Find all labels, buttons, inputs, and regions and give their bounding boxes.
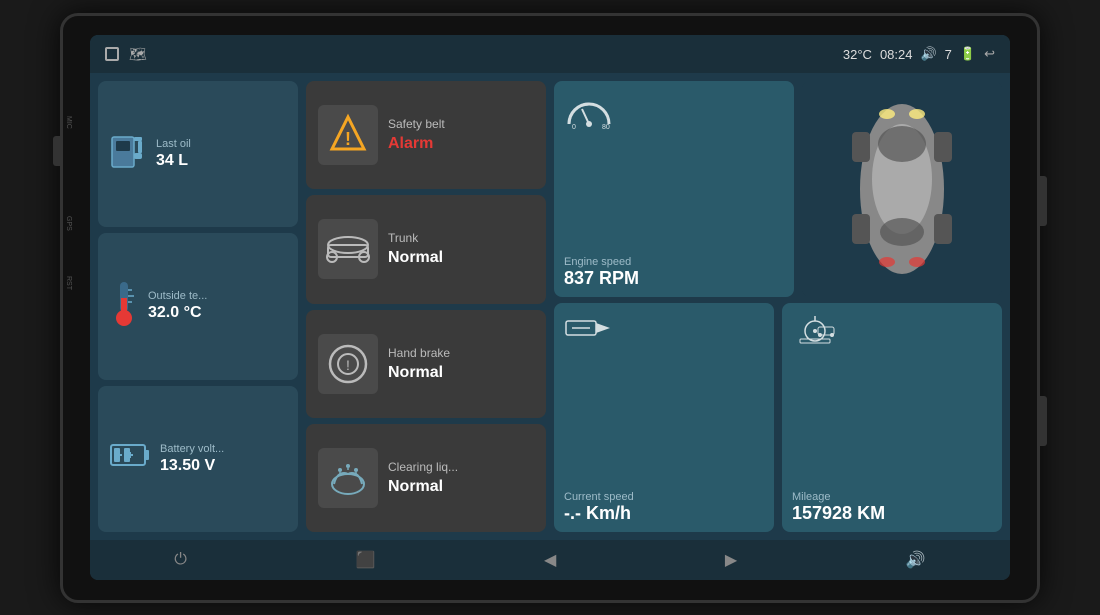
- power-icon[interactable]: ⏻: [174, 551, 187, 569]
- current-speed-label: Current speed: [564, 491, 634, 503]
- top-right-metrics: 0 80 Engine speed 837 RPM: [554, 81, 1002, 297]
- forward-icon[interactable]: ▶: [725, 550, 737, 570]
- status-bar: 🗺 32°C 08:24 🔊 7 🔋 ↩: [90, 35, 1010, 73]
- rst-label: RST: [65, 276, 72, 290]
- right-side-button-1[interactable]: [1039, 176, 1047, 226]
- bottom-nav: ⏻ ⬛ ◀ ▶ 🔊: [90, 540, 1010, 580]
- mic-label: MIC: [65, 116, 72, 129]
- right-panel: 0 80 Engine speed 837 RPM: [554, 81, 1002, 532]
- svg-text:80: 80: [602, 124, 610, 129]
- bottom-right-metrics: Current speed -.- Km/h: [554, 303, 1002, 532]
- trunk-icon: [318, 219, 378, 279]
- washer-icon: [318, 448, 378, 508]
- seatbelt-label: Safety belt: [388, 117, 445, 131]
- trunk-info: Trunk Normal: [388, 231, 443, 267]
- temp-value: 32.0 °C: [148, 304, 207, 322]
- battery-icon: 🔋: [960, 46, 976, 62]
- fuel-value: 34 L: [156, 152, 191, 170]
- right-side-button-2[interactable]: [1039, 396, 1047, 446]
- washer-info: Clearing liq... Normal: [388, 460, 458, 496]
- window-icon: [105, 47, 119, 61]
- seatbelt-card: ! Safety belt Alarm: [306, 81, 546, 189]
- mileage-card: Mileage 157928 KM: [782, 303, 1002, 532]
- battery-card: Battery volt... 13.50 V: [98, 386, 298, 532]
- handbrake-card: ! Hand brake Normal: [306, 310, 546, 418]
- temperature-display: 32°C: [843, 47, 872, 62]
- screen: 🗺 32°C 08:24 🔊 7 🔋 ↩: [90, 35, 1010, 580]
- handbrake-info: Hand brake Normal: [388, 346, 450, 382]
- seatbelt-icon: !: [318, 105, 378, 165]
- home-icon[interactable]: ⬛: [356, 550, 376, 570]
- current-speed-value: -.- Km/h: [564, 503, 631, 524]
- temp-label: Outside te...: [148, 290, 207, 302]
- mileage-label: Mileage: [792, 491, 831, 503]
- gps-label: GPS: [65, 216, 72, 231]
- fuel-card: Last oil 34 L: [98, 81, 298, 227]
- nav-icon: 🗺: [129, 46, 147, 63]
- car-top-view: [802, 81, 1002, 297]
- trunk-label: Trunk: [388, 231, 443, 245]
- battery-value: 13.50 V: [160, 457, 224, 475]
- battery-status-icon: [110, 440, 150, 477]
- middle-panel: ! Safety belt Alarm: [306, 81, 546, 532]
- volume-level: 7: [945, 47, 952, 62]
- battery-label: Battery volt...: [160, 443, 224, 455]
- washer-card: Clearing liq... Normal: [306, 424, 546, 532]
- speed-icon: [564, 311, 614, 349]
- seatbelt-value: Alarm: [388, 135, 445, 153]
- washer-value: Normal: [388, 478, 458, 496]
- volume-icon: 🔊: [920, 46, 936, 62]
- svg-text:0: 0: [572, 124, 576, 129]
- mileage-icon: [792, 311, 838, 353]
- trunk-card: Trunk Normal: [306, 195, 546, 303]
- speedometer-icon: 0 80: [564, 89, 614, 137]
- temperature-info: Outside te... 32.0 °C: [148, 290, 207, 322]
- svg-text:!: !: [345, 129, 351, 149]
- engine-speed-label: Engine speed: [564, 256, 631, 268]
- device-frame: MIC GPS RST 🗺 32°C 08:24 🔊 7 🔋 ↩: [60, 13, 1040, 603]
- handbrake-value: Normal: [388, 364, 450, 382]
- trunk-value: Normal: [388, 249, 443, 267]
- time-display: 08:24: [880, 47, 913, 62]
- status-right: 32°C 08:24 🔊 7 🔋 ↩: [843, 46, 995, 62]
- thermometer-icon: [110, 278, 138, 335]
- fuel-icon: [110, 129, 146, 180]
- handbrake-label: Hand brake: [388, 346, 450, 360]
- left-panel: Last oil 34 L: [98, 81, 298, 532]
- fuel-label: Last oil: [156, 138, 191, 150]
- status-left: 🗺: [105, 46, 147, 63]
- back-icon[interactable]: ↩: [984, 46, 995, 62]
- mileage-value: 157928 KM: [792, 503, 885, 524]
- svg-text:!: !: [346, 357, 350, 373]
- main-content: Last oil 34 L: [90, 73, 1010, 540]
- back-nav-icon[interactable]: ◀: [544, 550, 556, 570]
- handbrake-icon: !: [318, 334, 378, 394]
- current-speed-card: Current speed -.- Km/h: [554, 303, 774, 532]
- seatbelt-info: Safety belt Alarm: [388, 117, 445, 153]
- engine-speed-card: 0 80 Engine speed 837 RPM: [554, 81, 794, 297]
- temperature-card: Outside te... 32.0 °C: [98, 233, 298, 379]
- engine-speed-value: 837 RPM: [564, 268, 639, 289]
- fuel-info: Last oil 34 L: [156, 138, 191, 170]
- washer-label: Clearing liq...: [388, 460, 458, 474]
- left-side-button[interactable]: [53, 136, 61, 166]
- volume-nav-icon[interactable]: 🔊: [906, 550, 926, 570]
- battery-info: Battery volt... 13.50 V: [160, 443, 224, 475]
